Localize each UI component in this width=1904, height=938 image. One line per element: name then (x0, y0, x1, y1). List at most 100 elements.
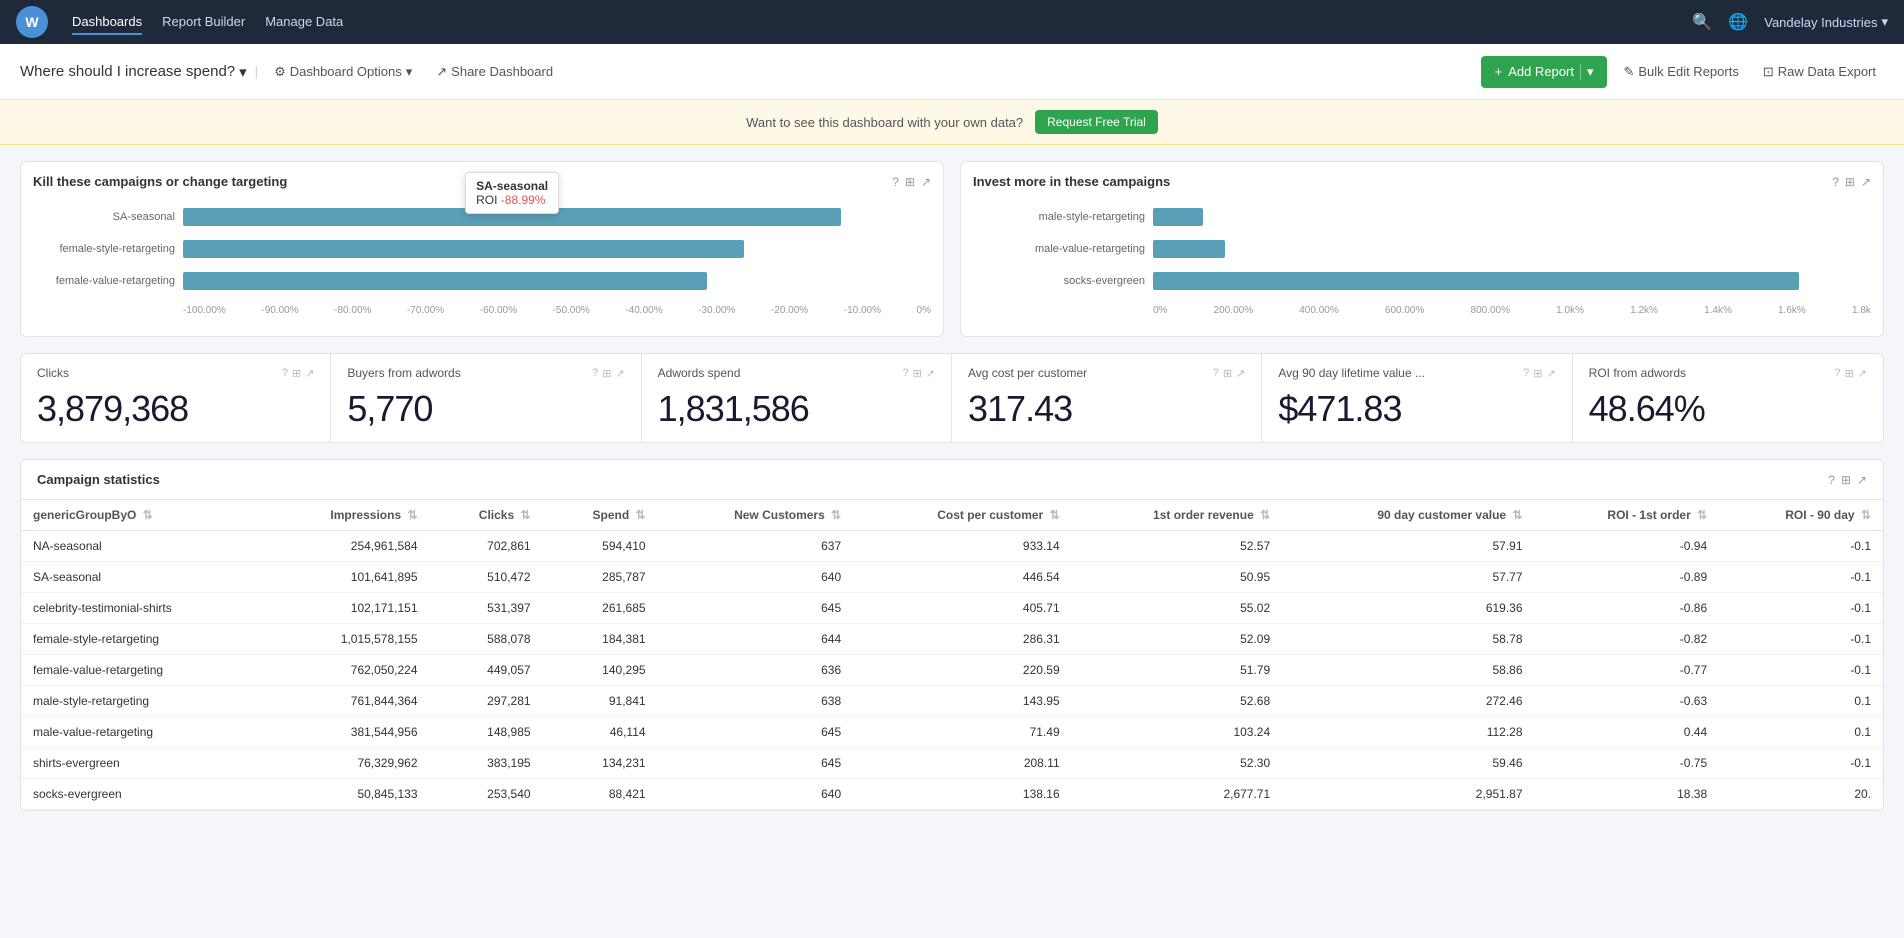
info-icon[interactable]: ? (1828, 473, 1835, 487)
expand-icon[interactable]: ↗ (1236, 367, 1245, 380)
table-title: Campaign statistics (37, 472, 160, 487)
table-column-clicks[interactable]: Clicks ⇅ (430, 500, 543, 531)
metric-icons: ? ⊞ ↗ (282, 367, 315, 380)
search-icon[interactable]: 🔍 (1692, 12, 1712, 32)
raw-data-export-button[interactable]: ⊡ Raw Data Export (1755, 60, 1884, 84)
table-column-roi_1st[interactable]: ROI - 1st order ⇅ (1535, 500, 1720, 531)
table-cell-cost_per_customer: 446.54 (853, 562, 1071, 593)
expand-icon[interactable]: ↗ (1861, 175, 1871, 189)
metric-value: 3,879,368 (37, 388, 314, 430)
table-cell-roi_90: 20. (1719, 779, 1883, 810)
bar-container (1153, 207, 1871, 227)
table-cell-cost_per_customer: 933.14 (853, 531, 1071, 562)
settings-icon[interactable]: ⊞ (1845, 367, 1854, 380)
table-column-impressions[interactable]: Impressions ⇅ (264, 500, 430, 531)
toolbar: Where should I increase spend? ▾ | ⚙ Das… (0, 44, 1904, 100)
bulk-edit-reports-button[interactable]: ✎ Bulk Edit Reports (1615, 60, 1746, 84)
table-column-roi_90[interactable]: ROI - 90 day ⇅ (1719, 500, 1883, 531)
dashboard-options-button[interactable]: ⚙ Dashboard Options ▾ (266, 60, 420, 84)
nav-dashboards[interactable]: Dashboards (72, 10, 142, 35)
chevron-down-icon: ▾ (239, 63, 247, 81)
table-cell-group: shirts-evergreen (21, 748, 264, 779)
request-trial-button[interactable]: Request Free Trial (1035, 110, 1158, 134)
table-cell-new_customers: 645 (658, 717, 854, 748)
table-cell-spend: 91,841 (543, 686, 658, 717)
table-cell-ninety_day: 112.28 (1282, 717, 1534, 748)
metric-icons: ? ⊞ ↗ (1523, 367, 1556, 380)
expand-icon[interactable]: ↗ (305, 367, 314, 380)
table-cell-first_order_revenue: 52.68 (1072, 686, 1283, 717)
table-cell-ninety_day: 57.77 (1282, 562, 1534, 593)
table-row: socks-evergreen50,845,133253,54088,42164… (21, 779, 1883, 810)
settings-icon[interactable]: ⊞ (292, 367, 301, 380)
nav-manage-data[interactable]: Manage Data (265, 10, 343, 35)
table-column-group[interactable]: genericGroupByO ⇅ (21, 500, 264, 531)
settings-icon[interactable]: ⊞ (1223, 367, 1232, 380)
table-cell-new_customers: 637 (658, 531, 854, 562)
table-cell-group: female-value-retargeting (21, 655, 264, 686)
settings-icon[interactable]: ⊞ (913, 367, 922, 380)
sort-icon: ⇅ (1861, 508, 1871, 522)
table-cell-impressions: 101,641,895 (264, 562, 430, 593)
sort-icon: ⇅ (1260, 508, 1270, 522)
bar (183, 272, 707, 290)
chart-header: Invest more in these campaigns ? ⊞ ↗ (973, 174, 1871, 189)
table-cell-spend: 261,685 (543, 593, 658, 624)
dashboard-title-selector[interactable]: Where should I increase spend? ▾ (20, 63, 247, 81)
expand-icon[interactable]: ↗ (615, 367, 624, 380)
expand-icon[interactable]: ↗ (921, 175, 931, 189)
share-dashboard-button[interactable]: ↗ Share Dashboard (428, 60, 561, 84)
globe-icon[interactable]: 🌐 (1728, 12, 1748, 32)
plus-icon: + (1495, 64, 1503, 79)
divider: | (255, 64, 258, 79)
bar-container (183, 271, 931, 291)
table-cell-cost_per_customer: 143.95 (853, 686, 1071, 717)
table-cell-cost_per_customer: 286.31 (853, 624, 1071, 655)
sort-icon: ⇅ (521, 508, 531, 522)
app-logo[interactable]: W (16, 6, 48, 38)
expand-icon[interactable]: ↗ (1546, 367, 1555, 380)
table-cell-roi_90: -0.1 (1719, 531, 1883, 562)
settings-icon[interactable]: ⊞ (1841, 473, 1851, 487)
sort-icon: ⇅ (1512, 508, 1522, 522)
table-column-new_customers[interactable]: New Customers ⇅ (658, 500, 854, 531)
settings-icon[interactable]: ⊞ (602, 367, 611, 380)
table-cell-group: male-style-retargeting (21, 686, 264, 717)
info-icon[interactable]: ? (892, 175, 899, 189)
bar-container: SA-seasonal ROI -88.99% (183, 207, 931, 227)
expand-icon[interactable]: ↗ (1857, 473, 1867, 487)
metric-card-2: Adwords spend ? ⊞ ↗ 1,831,586 (642, 354, 952, 442)
settings-icon[interactable]: ⊞ (1533, 367, 1542, 380)
table-wrapper[interactable]: genericGroupByO ⇅Impressions ⇅Clicks ⇅Sp… (21, 500, 1883, 810)
add-report-button[interactable]: + Add Report ▾ (1481, 56, 1608, 88)
info-icon[interactable]: ? (1834, 367, 1840, 380)
table-cell-ninety_day: 58.86 (1282, 655, 1534, 686)
settings-icon[interactable]: ⊞ (905, 175, 915, 189)
info-icon[interactable]: ? (1523, 367, 1529, 380)
table-column-ninety_day[interactable]: 90 day customer value ⇅ (1282, 500, 1534, 531)
expand-icon[interactable]: ↗ (1858, 367, 1867, 380)
table-cell-clicks: 702,861 (430, 531, 543, 562)
company-selector[interactable]: Vandelay Industries ▾ (1764, 14, 1888, 30)
info-icon[interactable]: ? (1213, 367, 1219, 380)
table-cell-spend: 46,114 (543, 717, 658, 748)
table-cell-roi_90: -0.1 (1719, 655, 1883, 686)
info-icon[interactable]: ? (282, 367, 288, 380)
metric-card-3: Avg cost per customer ? ⊞ ↗ 317.43 (952, 354, 1262, 442)
topnav-right: 🔍 🌐 Vandelay Industries ▾ (1692, 12, 1888, 32)
table-column-spend[interactable]: Spend ⇅ (543, 500, 658, 531)
table-cell-group: male-value-retargeting (21, 717, 264, 748)
table-cell-clicks: 253,540 (430, 779, 543, 810)
expand-icon[interactable]: ↗ (926, 367, 935, 380)
settings-icon[interactable]: ⊞ (1845, 175, 1855, 189)
info-icon[interactable]: ? (1832, 175, 1839, 189)
info-icon[interactable]: ? (592, 367, 598, 380)
table-column-cost_per_customer[interactable]: Cost per customer ⇅ (853, 500, 1071, 531)
table-cell-group: socks-evergreen (21, 779, 264, 810)
bar-row: male-style-retargeting (973, 205, 1871, 229)
info-icon[interactable]: ? (902, 367, 908, 380)
table-column-first_order_revenue[interactable]: 1st order revenue ⇅ (1072, 500, 1283, 531)
nav-report-builder[interactable]: Report Builder (162, 10, 245, 35)
metric-value: 317.43 (968, 388, 1245, 430)
table-cell-impressions: 76,329,962 (264, 748, 430, 779)
